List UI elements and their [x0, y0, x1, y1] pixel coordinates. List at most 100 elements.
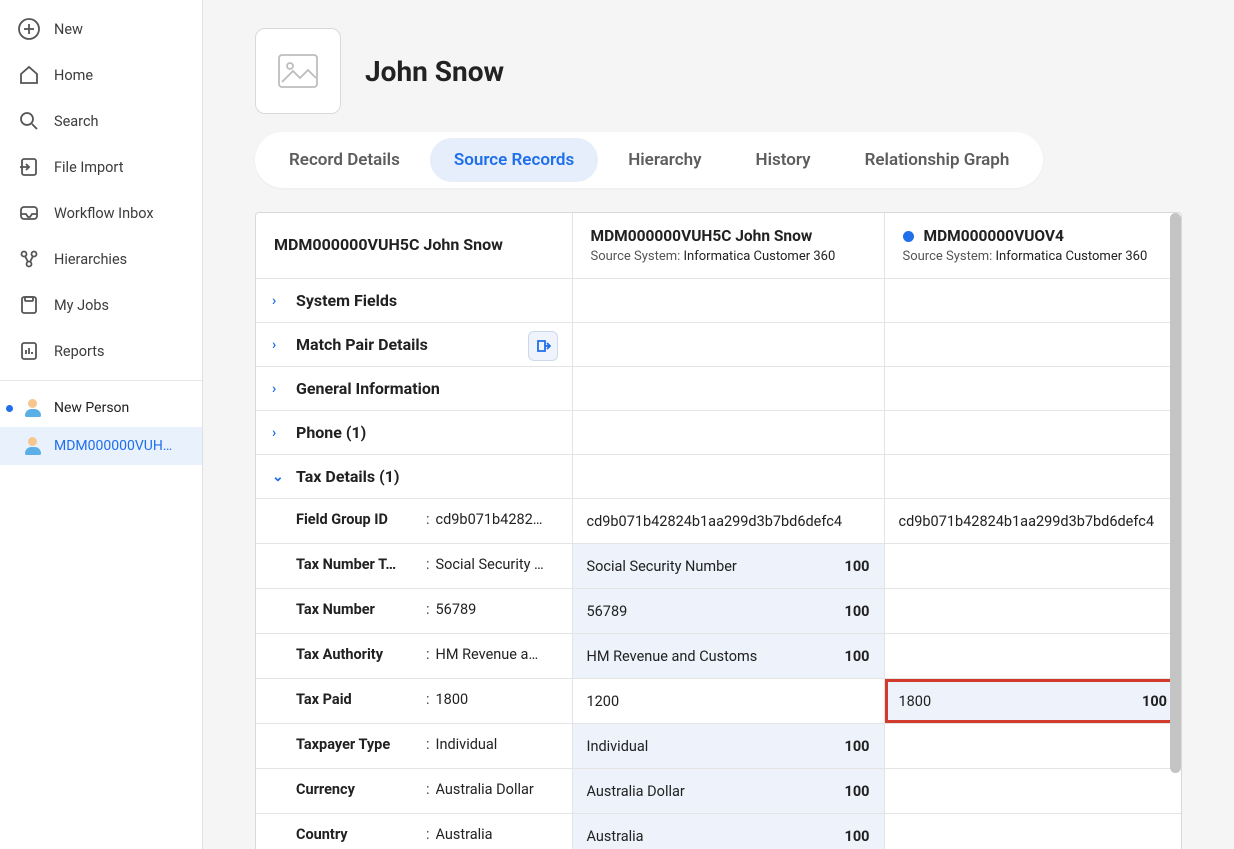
hierarchy-icon [18, 248, 40, 270]
source1-cell[interactable]: Individual100 [573, 724, 884, 768]
main-content: John Snow Record Details Source Records … [203, 0, 1234, 849]
nav-workflow-inbox[interactable]: Workflow Inbox [0, 190, 202, 236]
person-icon [24, 437, 42, 455]
cell-value: Australia Dollar [587, 783, 685, 800]
source2-cell[interactable] [885, 544, 1182, 588]
nav-label: Home [54, 67, 93, 84]
field-master-value: 1800 [436, 691, 560, 708]
workspace-label: New Person [54, 400, 129, 416]
source2-cell[interactable] [885, 814, 1182, 849]
source1-title: MDM000000VUH5C John Snow [591, 227, 866, 245]
tab-relationship-graph[interactable]: Relationship Graph [841, 138, 1034, 182]
cell-value: 1200 [587, 693, 620, 710]
cell-score: 100 [845, 783, 870, 800]
field-row: Currency:Australia DollarAustralia Dolla… [256, 769, 1181, 814]
nav-label: Workflow Inbox [54, 205, 154, 222]
source2-cell[interactable] [885, 634, 1182, 678]
cell-score: 100 [845, 828, 870, 845]
cell-value: cd9b071b42824b1aa299d3b7bd6defc4 [587, 513, 842, 530]
source2-cell[interactable] [885, 724, 1182, 768]
person-icon [24, 399, 42, 417]
field-name: Field Group ID [296, 511, 420, 528]
cell-value: Social Security Number [587, 558, 737, 575]
cell-score: 100 [1142, 693, 1167, 710]
field-master-value: Australia [436, 826, 560, 843]
source1-cell[interactable]: Social Security Number 100 [573, 544, 884, 588]
section-row[interactable]: ›System Fields [256, 279, 1181, 323]
source2-cell[interactable] [885, 589, 1182, 633]
source2-cell[interactable]: cd9b071b42824b1aa299d3b7bd6defc4 [885, 499, 1182, 543]
col-source1-header[interactable]: MDM000000VUH5C John Snow Source System: … [572, 213, 884, 279]
search-icon [18, 110, 40, 132]
chevron-down-icon: ⌄ [272, 469, 284, 485]
field-row: Field Group ID:cd9b071b4282…cd9b071b4282… [256, 499, 1181, 544]
nav-label: File Import [54, 159, 123, 176]
field-master-value: HM Revenue a… [436, 646, 560, 663]
section-label: General Information [296, 379, 440, 398]
nav-search[interactable]: Search [0, 98, 202, 144]
field-master-value: Social Security … [436, 556, 560, 573]
source1-cell[interactable]: Australia Dollar 100 [573, 769, 884, 813]
import-icon [18, 156, 40, 178]
source2-subtitle: Source System: Informatica Customer 360 [903, 249, 1164, 264]
section-row[interactable]: ⌄ Tax Details (1) [256, 455, 1181, 499]
nav-new[interactable]: New [0, 6, 202, 52]
cell-value: 56789 [587, 603, 628, 620]
active-source-dot-icon [903, 231, 914, 242]
tab-source-records[interactable]: Source Records [430, 138, 598, 182]
workspace-current-record[interactable]: MDM000000VUH… [0, 427, 202, 465]
field-master-value: Individual [436, 736, 560, 753]
cell-score: 100 [845, 648, 870, 665]
source2-title: MDM000000VUOV4 [924, 227, 1064, 245]
source1-cell[interactable]: HM Revenue and Customs 100 [573, 634, 884, 678]
chevron-right-icon: › [272, 381, 276, 397]
col-source2-header[interactable]: MDM000000VUOV4 Source System: Informatic… [884, 213, 1181, 279]
field-row: Tax Authority:HM Revenue a…HM Revenue an… [256, 634, 1181, 679]
nav-label: Reports [54, 343, 105, 360]
cell-score: 100 [845, 603, 870, 620]
nav-label: Search [54, 113, 99, 130]
source1-cell[interactable]: 1200 [573, 679, 884, 723]
export-button[interactable] [528, 331, 558, 361]
source2-cell[interactable]: 1800100 [885, 679, 1182, 723]
field-row: Tax Number:5678956789100 [256, 589, 1181, 634]
nav-reports[interactable]: Reports [0, 328, 202, 374]
section-row[interactable]: ›Match Pair Details [256, 323, 1181, 367]
source1-cell[interactable]: Australia100 [573, 814, 884, 849]
record-tabs: Record Details Source Records Hierarchy … [255, 132, 1043, 188]
sidebar-divider [0, 380, 202, 381]
field-row: Tax Paid:180012001800100 [256, 679, 1181, 724]
nav-hierarchies[interactable]: Hierarchies [0, 236, 202, 282]
tab-record-details[interactable]: Record Details [265, 138, 424, 182]
field-name: Country [296, 826, 420, 843]
source1-cell[interactable]: 56789 100 [573, 589, 884, 633]
cell-value: Individual [587, 738, 649, 755]
nav-file-import[interactable]: File Import [0, 144, 202, 190]
section-row[interactable]: ›Phone (1) [256, 411, 1181, 455]
nav-my-jobs[interactable]: My Jobs [0, 282, 202, 328]
source1-cell[interactable]: cd9b071b42824b1aa299d3b7bd6defc4 [573, 499, 884, 543]
field-row: Taxpayer Type:IndividualIndividual100 [256, 724, 1181, 769]
workspace-new-person[interactable]: New Person [0, 389, 202, 427]
nav-home[interactable]: Home [0, 52, 202, 98]
reports-icon [18, 340, 40, 362]
cell-value: HM Revenue and Customs [587, 648, 758, 665]
col-master-header: MDM000000VUH5C John Snow [256, 213, 572, 279]
vertical-scrollbar[interactable] [1169, 213, 1182, 849]
section-row[interactable]: › General Information [256, 367, 1181, 411]
nav-label: My Jobs [54, 297, 109, 314]
scrollbar-thumb[interactable] [1170, 213, 1181, 773]
section-label: Tax Details (1) [296, 467, 400, 486]
cell-score: 100 [845, 558, 870, 575]
tab-history[interactable]: History [732, 138, 835, 182]
field-row: Country:AustraliaAustralia100 [256, 814, 1181, 849]
plus-icon [18, 18, 40, 40]
workspace-label: MDM000000VUH… [54, 438, 172, 454]
tab-hierarchy[interactable]: Hierarchy [604, 138, 725, 182]
section-label: Match Pair Details [296, 335, 428, 354]
field-master-value: cd9b071b4282… [436, 511, 560, 528]
source2-cell[interactable] [885, 769, 1182, 813]
field-row: Tax Number T…:Social Security …Social Se… [256, 544, 1181, 589]
field-name: Tax Paid [296, 691, 420, 708]
source-records-table: MDM000000VUH5C John Snow MDM000000VUH5C … [256, 213, 1181, 849]
